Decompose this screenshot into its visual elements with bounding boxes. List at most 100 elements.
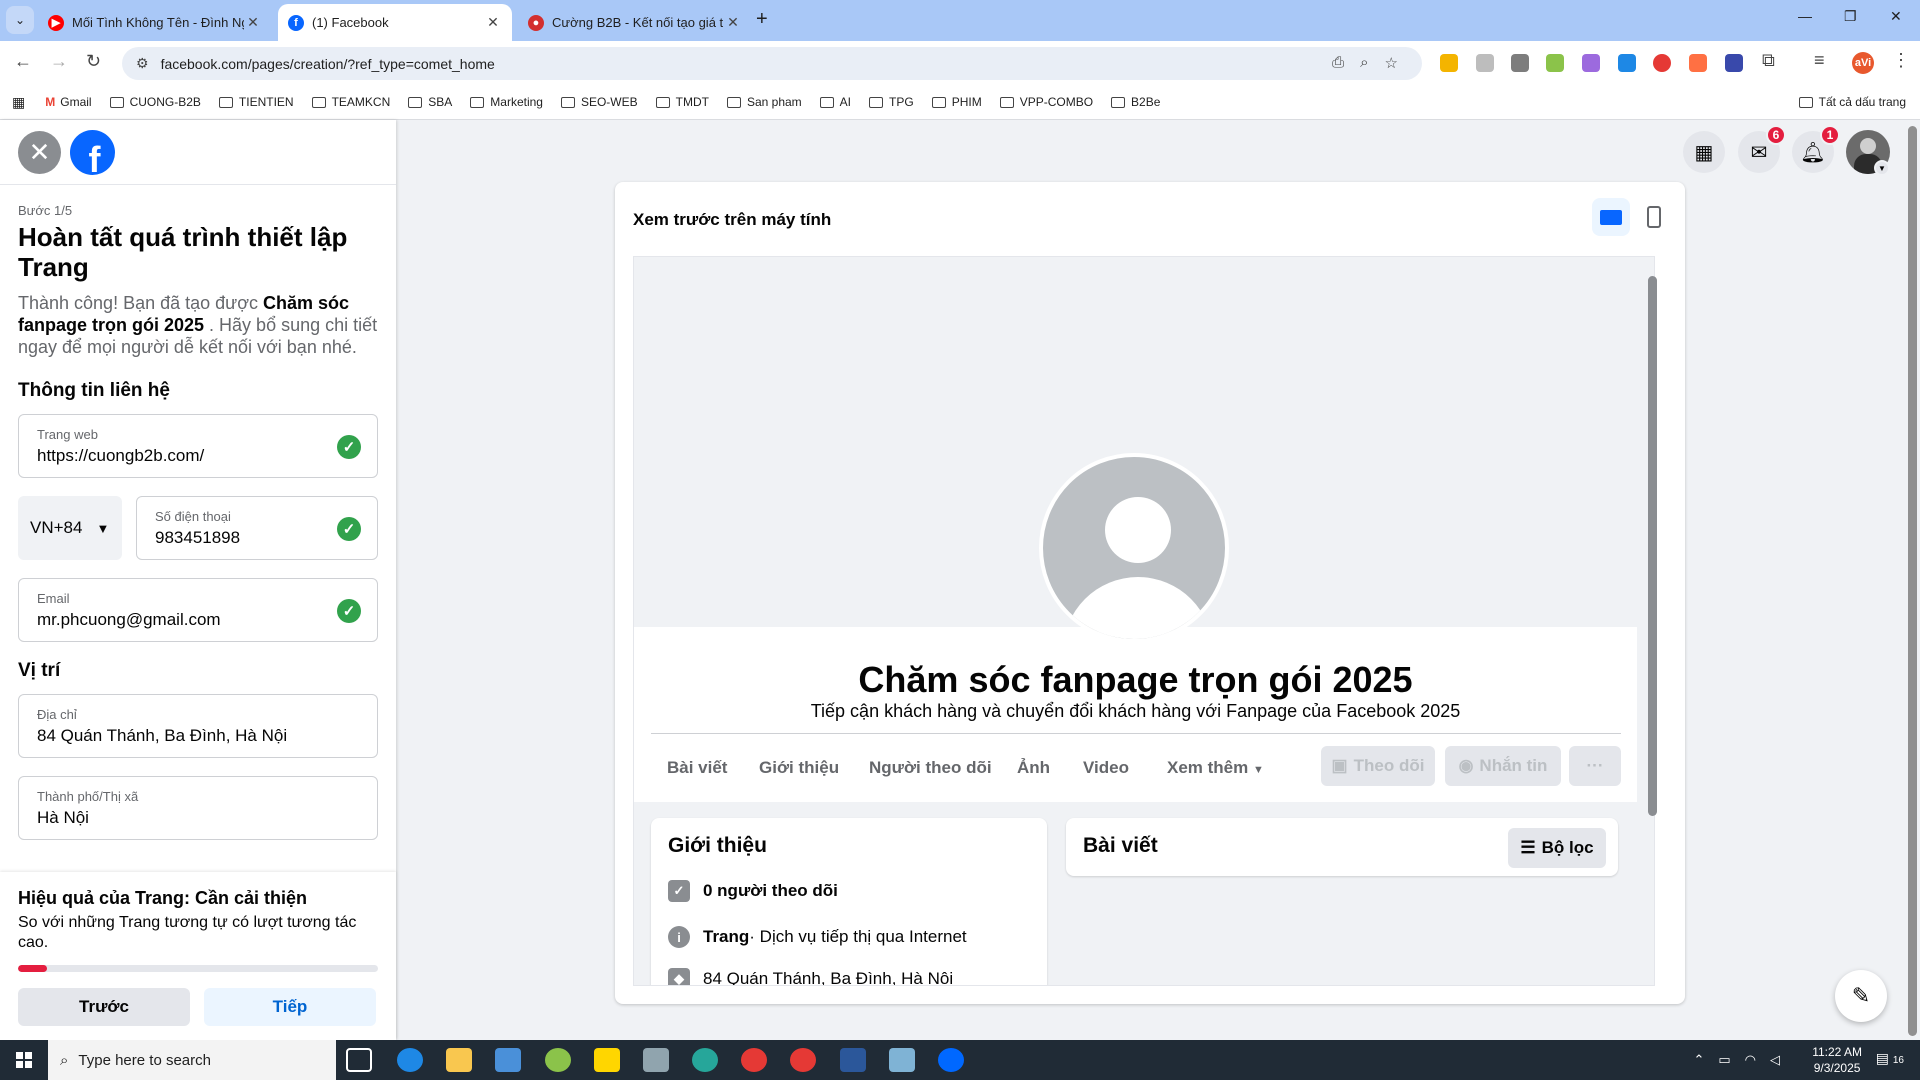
reload-icon[interactable]: ↻ (86, 51, 101, 72)
app-icon[interactable] (692, 1048, 718, 1072)
next-button[interactable]: Tiếp (204, 988, 376, 1026)
bookmark-folder[interactable]: CUONG-B2B (109, 95, 201, 109)
bookmark-folder[interactable]: TPG (869, 95, 914, 109)
desktop-preview-button[interactable] (1592, 198, 1630, 236)
close-tab-icon[interactable]: ✕ (724, 14, 742, 31)
bookmark-folder[interactable]: AI (819, 95, 851, 109)
app-icon[interactable] (889, 1048, 915, 1072)
tab-more[interactable]: Xem thêm ▼ (1167, 758, 1264, 778)
extension-icon[interactable] (1725, 54, 1743, 72)
filter-button[interactable]: ☰ Bộ lọc (1508, 828, 1606, 868)
extension-icon[interactable] (1546, 54, 1564, 72)
extensions-puzzle-icon[interactable]: ⧉ (1762, 50, 1775, 71)
country-code-select[interactable]: VN+84 ▼ (18, 496, 122, 560)
back-icon[interactable]: ← (14, 51, 32, 72)
file-explorer-icon[interactable] (446, 1048, 472, 1072)
page-scrollbar[interactable] (1908, 126, 1917, 1036)
bookmark-folder[interactable]: PHIM (931, 95, 982, 109)
city-field[interactable]: Thành phố/Thị xã Hà Nội (18, 776, 378, 840)
address-field[interactable]: Địa chỉ 84 Quán Thánh, Ba Đình, Hà Nội (18, 694, 378, 758)
extension-icon[interactable] (1689, 54, 1707, 72)
bookmark-gmail[interactable]: M Gmail (45, 95, 91, 109)
bookmark-folder[interactable]: VPP-COMBO (999, 95, 1093, 109)
previous-button[interactable]: Trước (18, 988, 190, 1026)
tab-posts[interactable]: Bài viết (667, 758, 727, 778)
site-info-icon[interactable]: ⚙ (136, 55, 149, 72)
bookmark-folder[interactable]: SEO-WEB (560, 95, 638, 109)
messenger-icon: ◉ (1458, 756, 1474, 775)
wifi-icon[interactable]: ◠ (1745, 1052, 1756, 1068)
new-tab-button[interactable]: + (756, 8, 768, 31)
bookmark-star-icon[interactable]: ☆ (1385, 54, 1398, 72)
tab-cuongb2b[interactable]: ● Cường B2B - Kết nối tạo giá trị ✕ (518, 4, 752, 41)
bookmark-folder[interactable]: TEAMKCN (311, 95, 390, 109)
task-view-icon[interactable] (346, 1048, 372, 1072)
chrome-icon[interactable] (790, 1048, 816, 1072)
close-button[interactable]: ✕ (18, 131, 61, 174)
tab-followers[interactable]: Người theo dõi (869, 758, 992, 778)
tab-videos[interactable]: Video (1083, 758, 1129, 778)
email-field[interactable]: Email mr.phcuong@gmail.com ✓ (18, 578, 378, 642)
facebook-logo-icon[interactable]: f (70, 130, 115, 175)
menu-button[interactable]: ▦ (1683, 131, 1725, 173)
mobile-preview-button[interactable] (1635, 198, 1673, 236)
profile-avatar[interactable]: aVi (1852, 52, 1874, 74)
extension-icon[interactable] (1440, 54, 1458, 72)
notifications-button[interactable]: 🔔︎ 1 (1792, 125, 1840, 173)
close-tab-icon[interactable]: ✕ (244, 14, 262, 31)
menu-kebab-icon[interactable]: ⋮ (1892, 50, 1910, 71)
extension-icon[interactable] (1653, 54, 1671, 72)
clock[interactable]: 11:22 AM 9/3/2025 (1812, 1044, 1862, 1076)
follow-icon: ▣ (1331, 756, 1348, 775)
install-icon[interactable]: ⎙ (1332, 54, 1344, 72)
all-bookmarks[interactable]: Tất cả dấu trang (1798, 95, 1906, 109)
taskbar-search[interactable]: ⌕ Type here to search (48, 1040, 336, 1080)
bookmark-folder[interactable]: TMDT (655, 95, 709, 109)
chevron-up-icon[interactable]: ⌃ (1693, 1052, 1704, 1068)
bookmark-folder[interactable]: TIENTIEN (218, 95, 294, 109)
follow-button[interactable]: ▣ Theo dõi (1321, 746, 1435, 786)
preview-scrollbar[interactable] (1648, 276, 1657, 816)
bookmark-folder[interactable]: Marketing (470, 95, 543, 109)
volume-icon[interactable]: ◁ (1770, 1052, 1780, 1068)
tab-youtube[interactable]: ▶ Mối Tình Không Tên - Đình Ng ✕ (38, 4, 272, 41)
camera-icon[interactable] (643, 1048, 669, 1072)
apps-grid-icon[interactable]: ▦ (12, 94, 25, 111)
bookmark-folder[interactable]: B2Be (1111, 95, 1160, 109)
app-icon[interactable] (545, 1048, 571, 1072)
message-button[interactable]: ◉ Nhắn tin (1445, 746, 1561, 786)
forward-icon[interactable]: → (50, 51, 68, 72)
website-field[interactable]: Trang web https://cuongb2b.com/ ✓ (18, 414, 378, 478)
extension-icon[interactable] (1476, 54, 1494, 72)
tab-search-button[interactable]: ⌄ (6, 6, 34, 34)
start-button[interactable] (0, 1040, 48, 1080)
store-icon[interactable] (495, 1048, 521, 1072)
new-message-button[interactable]: ✎ (1835, 970, 1887, 1022)
notification-center[interactable]: ▤ 16 (1876, 1050, 1904, 1067)
zalo-icon[interactable] (938, 1048, 964, 1072)
extension-icon[interactable] (1511, 54, 1529, 72)
address-bar[interactable]: ⚙ facebook.com/pages/creation/?ref_type=… (122, 47, 1422, 80)
chrome-icon[interactable] (741, 1048, 767, 1072)
extension-icon[interactable] (1582, 54, 1600, 72)
chevron-down-icon[interactable]: ▼ (1874, 160, 1890, 176)
minimize-button[interactable]: — (1798, 8, 1812, 24)
more-options-button[interactable]: ··· (1569, 746, 1621, 786)
phone-field[interactable]: Số điện thoại 983451898 ✓ (136, 496, 378, 560)
close-tab-icon[interactable]: ✕ (484, 14, 502, 31)
zoom-icon[interactable]: ⌕ (1360, 54, 1368, 72)
restore-button[interactable]: ❐ (1844, 8, 1857, 25)
extension-icon[interactable] (1618, 54, 1636, 72)
close-window-button[interactable]: ✕ (1890, 8, 1902, 25)
bookmark-folder[interactable]: San pham (726, 95, 802, 109)
word-icon[interactable] (840, 1048, 866, 1072)
edge-icon[interactable] (397, 1048, 423, 1072)
tab-facebook[interactable]: f (1) Facebook ✕ (278, 4, 512, 41)
media-controls-icon[interactable]: ≡ (1814, 50, 1825, 71)
tab-photos[interactable]: Ảnh (1017, 758, 1050, 778)
messenger-button[interactable]: ✉ 6 (1738, 125, 1786, 173)
battery-icon[interactable]: ▭ (1718, 1052, 1730, 1068)
app-icon[interactable] (594, 1048, 620, 1072)
bookmark-folder[interactable]: SBA (408, 95, 452, 109)
tab-about[interactable]: Giới thiệu (759, 758, 839, 778)
